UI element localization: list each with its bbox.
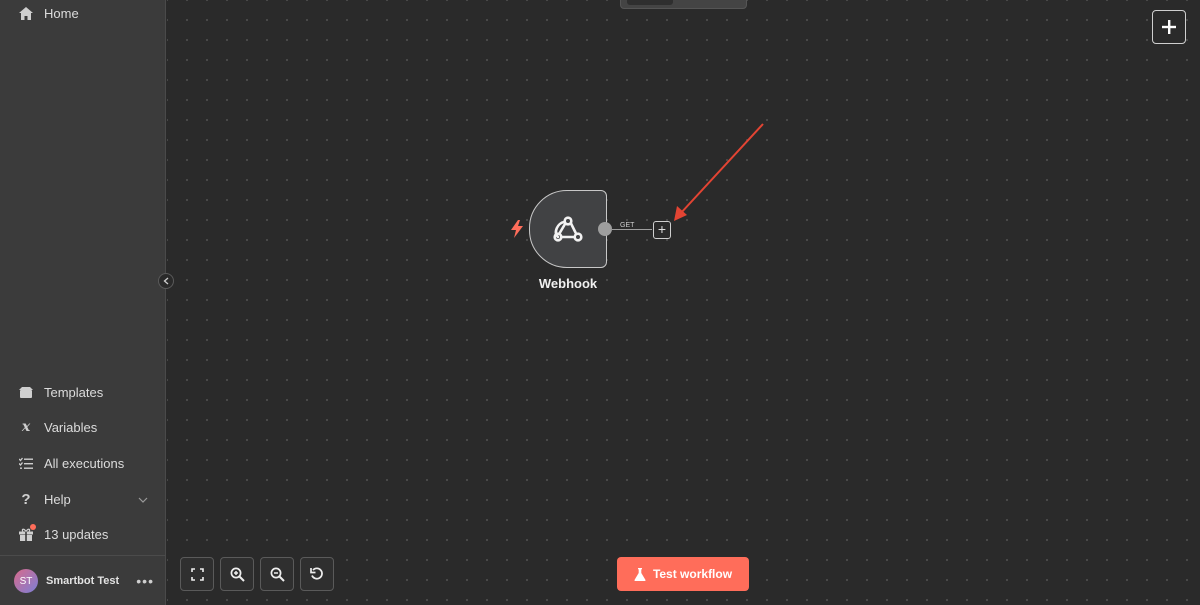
sidebar-item-variables[interactable]: x Variables (18, 415, 148, 439)
user-name: Smartbot Test (46, 575, 120, 587)
annotation-arrow (674, 123, 764, 221)
sidebar-item-label: All executions (44, 455, 125, 471)
sidebar: Home Templates x Variables All execution… (0, 0, 166, 605)
connection-line (612, 229, 652, 230)
sidebar-divider (0, 555, 166, 556)
header-tab-active[interactable] (627, 0, 673, 5)
reset-zoom-button[interactable] (300, 557, 334, 591)
home-icon (18, 5, 34, 21)
output-handle[interactable] (598, 222, 612, 236)
plus-icon (1162, 20, 1176, 34)
sidebar-item-label: Help (44, 491, 71, 507)
test-workflow-button[interactable]: Test workflow (617, 557, 749, 591)
collapse-sidebar-button[interactable] (158, 273, 174, 289)
zoom-out-button[interactable] (260, 557, 294, 591)
user-menu[interactable]: ST Smartbot Test ••• (14, 569, 154, 593)
more-options-icon[interactable]: ••• (136, 573, 154, 589)
list-check-icon (18, 455, 34, 471)
zoom-out-icon (270, 567, 285, 582)
trigger-bolt-icon (511, 220, 523, 238)
header-tab-switcher[interactable] (620, 0, 747, 9)
sidebar-item-home[interactable]: Home (18, 1, 148, 25)
question-icon: ? (21, 490, 31, 508)
add-node-button[interactable] (1152, 10, 1186, 44)
fit-view-button[interactable] (180, 557, 214, 591)
test-workflow-label: Test workflow (652, 567, 733, 581)
box-icon (18, 384, 34, 400)
workflow-canvas[interactable]: GET + Webhook Test workflow (167, 0, 1200, 605)
undo-icon (310, 567, 323, 580)
node-label: Webhook (538, 276, 598, 291)
zoom-in-button[interactable] (220, 557, 254, 591)
sidebar-item-label: 13 updates (44, 526, 109, 542)
notification-dot (30, 524, 36, 530)
sidebar-item-templates[interactable]: Templates (18, 380, 148, 404)
webhook-node[interactable] (529, 190, 607, 268)
gift-icon (18, 524, 36, 542)
sidebar-item-label: Templates (44, 384, 104, 400)
sidebar-item-label: Variables (44, 419, 98, 435)
sidebar-item-updates[interactable]: 13 updates (18, 522, 148, 546)
sidebar-item-help[interactable]: ? Help (18, 487, 148, 511)
zoom-in-icon (230, 567, 245, 582)
variable-x-icon: x (21, 419, 31, 435)
sidebar-item-label: Home (44, 5, 79, 21)
sidebar-item-executions[interactable]: All executions (18, 451, 148, 475)
connection-label: GET (617, 222, 638, 229)
fullscreen-icon (190, 567, 204, 581)
avatar: ST (14, 569, 38, 593)
flask-icon (634, 567, 646, 581)
webhook-icon (553, 216, 583, 242)
chevron-down-icon (138, 491, 148, 506)
